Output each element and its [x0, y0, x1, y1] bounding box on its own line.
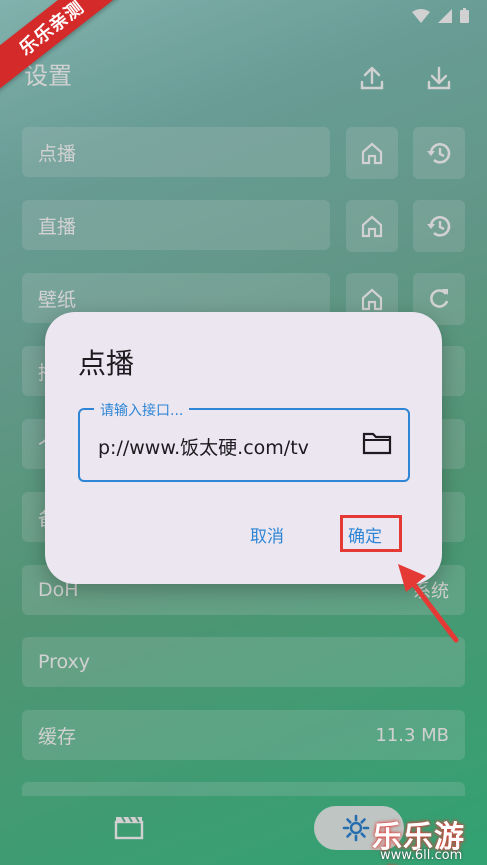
confirm-button[interactable]: 确定	[348, 522, 382, 547]
dialog-title: 点播	[78, 347, 135, 380]
folder-button[interactable]	[362, 430, 392, 460]
watermark-url: www.6ll.com	[380, 848, 463, 863]
cancel-button[interactable]: 取消	[250, 522, 284, 547]
url-field-label: 请输入接口...	[94, 400, 190, 420]
folder-icon	[362, 432, 392, 455]
url-field[interactable]: 请输入接口...	[78, 400, 410, 482]
vod-dialog: 点播 请输入接口... 取消 确定	[45, 312, 442, 584]
arrow-annotation-icon	[398, 564, 459, 643]
url-input[interactable]	[98, 430, 348, 462]
